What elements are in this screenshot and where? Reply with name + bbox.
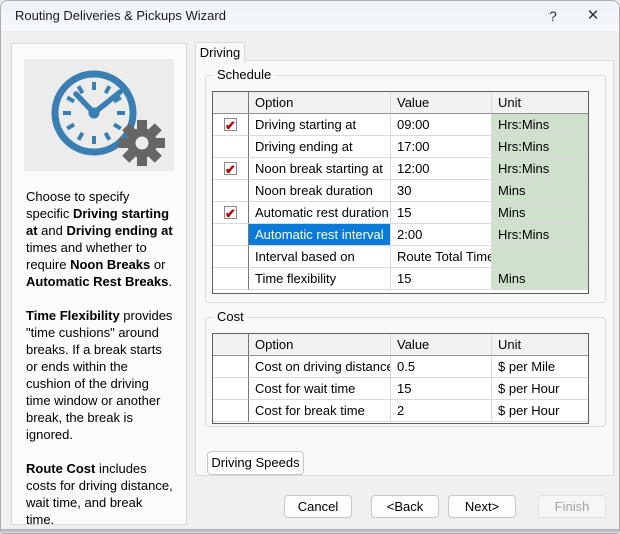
table-row: Automatic rest interval2:00Hrs:Mins [213, 224, 588, 246]
column-header: Option [249, 334, 391, 356]
option-cell[interactable]: Driving ending at [249, 136, 391, 158]
unit-cell: $ per Mile [492, 356, 588, 378]
column-header: Value [391, 334, 492, 356]
value-cell[interactable]: 15 [391, 378, 492, 400]
option-cell[interactable]: Noon break starting at [249, 158, 391, 180]
cost-groupbox: Cost OptionValueUnitCost on driving dist… [205, 317, 606, 427]
unit-cell: $ per Hour [492, 400, 588, 422]
window-title: Routing Deliveries & Pickups Wizard [15, 8, 226, 23]
value-cell[interactable]: 2 [391, 400, 492, 422]
option-cell[interactable]: Noon break duration [249, 180, 391, 202]
tab-driving[interactable]: Driving [195, 42, 245, 62]
driving-speeds-button[interactable]: Driving Speeds [207, 451, 304, 475]
column-header: Unit [492, 92, 588, 114]
table-row: Cost for break time2$ per Hour [213, 400, 588, 422]
checkbox-cell[interactable] [213, 202, 249, 224]
checkbox-cell [213, 246, 249, 268]
schedule-table: OptionValueUnitDriving starting at09:00H… [212, 91, 589, 294]
value-cell[interactable]: 17:00 [391, 136, 492, 158]
checkbox-cell [213, 136, 249, 158]
unit-cell: Hrs:Mins [492, 158, 588, 180]
column-header [213, 92, 249, 114]
cost-table: OptionValueUnitCost on driving distance0… [212, 333, 589, 424]
row-checkbox[interactable] [224, 118, 237, 131]
title-bar: Routing Deliveries & Pickups Wizard ? ✕ [1, 1, 619, 31]
cost-groupbox-label: Cost [213, 309, 248, 324]
table-empty-strip [213, 290, 588, 293]
checkbox-cell[interactable] [213, 114, 249, 136]
unit-cell: Hrs:Mins [492, 136, 588, 158]
table-row: Noon break duration30Mins [213, 180, 588, 202]
unit-cell [492, 246, 588, 268]
schedule-groupbox-label: Schedule [213, 67, 275, 82]
unit-cell: Mins [492, 268, 588, 290]
option-cell[interactable]: Automatic rest duration [249, 202, 391, 224]
option-cell[interactable]: Interval based on [249, 246, 391, 268]
column-header: Option [249, 92, 391, 114]
description-paragraph: Choose to specify specific Driving start… [26, 188, 174, 290]
table-empty-strip [213, 422, 588, 423]
checkbox-cell [213, 268, 249, 290]
finish-button: Finish [538, 495, 606, 518]
table-row: Noon break starting at12:00Hrs:Mins [213, 158, 588, 180]
option-cell[interactable]: Time flexibility [249, 268, 391, 290]
close-icon[interactable]: ✕ [579, 5, 607, 27]
column-header: Value [391, 92, 492, 114]
option-cell[interactable]: Driving starting at [249, 114, 391, 136]
value-cell[interactable]: 2:00 [391, 224, 492, 246]
unit-cell: Hrs:Mins [492, 114, 588, 136]
unit-cell: Mins [492, 202, 588, 224]
table-row: Driving ending at17:00Hrs:Mins [213, 136, 588, 158]
unit-cell: Mins [492, 180, 588, 202]
option-cell[interactable]: Cost for wait time [249, 378, 391, 400]
back-button[interactable]: <Back [371, 495, 439, 518]
column-header [213, 334, 249, 356]
option-cell[interactable]: Cost on driving distance [249, 356, 391, 378]
value-cell[interactable]: 0.5 [391, 356, 492, 378]
row-checkbox[interactable] [224, 206, 237, 219]
help-icon[interactable]: ? [539, 5, 567, 27]
table-header-row: OptionValueUnit [213, 92, 588, 114]
column-header: Unit [492, 334, 588, 356]
checkbox-cell [213, 356, 249, 378]
next-button[interactable]: Next> [448, 495, 516, 518]
window-shadow [1, 529, 619, 533]
table-row: Driving starting at09:00Hrs:Mins [213, 114, 588, 136]
value-cell[interactable]: Route Total Time [391, 246, 492, 268]
table-row: Cost on driving distance0.5$ per Mile [213, 356, 588, 378]
value-cell[interactable]: 15 [391, 202, 492, 224]
wizard-dialog: Routing Deliveries & Pickups Wizard ? ✕ [0, 0, 620, 534]
table-row: Time flexibility15Mins [213, 268, 588, 290]
row-checkbox[interactable] [224, 162, 237, 175]
value-cell[interactable]: 15 [391, 268, 492, 290]
table-header-row: OptionValueUnit [213, 334, 588, 356]
table-row: Automatic rest duration15Mins [213, 202, 588, 224]
tab-page-driving: Schedule OptionValueUnitDriving starting… [195, 60, 614, 476]
sidebar-panel: Choose to specify specific Driving start… [11, 43, 187, 525]
value-cell[interactable]: 30 [391, 180, 492, 202]
checkbox-cell [213, 400, 249, 422]
value-cell[interactable]: 09:00 [391, 114, 492, 136]
description-paragraph: Time Flexibility provides "time cushions… [26, 307, 174, 443]
unit-cell: $ per Hour [492, 378, 588, 400]
cancel-button[interactable]: Cancel [284, 495, 352, 518]
schedule-groupbox: Schedule OptionValueUnitDriving starting… [205, 75, 606, 303]
wizard-description: Choose to specify specific Driving start… [26, 188, 174, 528]
option-cell[interactable]: Automatic rest interval [249, 224, 391, 246]
checkbox-cell [213, 180, 249, 202]
description-paragraph: Route Cost includes costs for driving di… [26, 460, 174, 528]
gear-icon [119, 120, 165, 166]
clock-gear-icon [24, 59, 174, 171]
checkbox-cell[interactable] [213, 158, 249, 180]
unit-cell: Hrs:Mins [492, 224, 588, 246]
value-cell[interactable]: 12:00 [391, 158, 492, 180]
table-row: Interval based onRoute Total Time [213, 246, 588, 268]
checkbox-cell [213, 224, 249, 246]
option-cell[interactable]: Cost for break time [249, 400, 391, 422]
checkbox-cell [213, 378, 249, 400]
table-row: Cost for wait time15$ per Hour [213, 378, 588, 400]
